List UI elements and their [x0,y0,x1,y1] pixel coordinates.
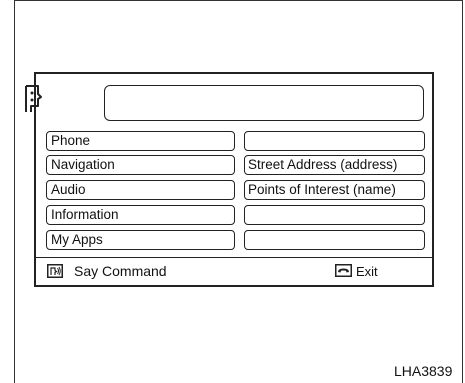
phone-hangup-icon[interactable] [335,264,352,277]
voice-prompt-display [104,85,424,121]
sub-menu-item-empty-2[interactable] [244,205,425,225]
footer-divider [34,257,434,258]
voice-command-icon [47,264,63,278]
menu-item-my-apps[interactable]: My Apps [46,230,235,250]
menu-item-audio[interactable]: Audio [46,180,235,200]
menu-item-information[interactable]: Information [46,205,235,225]
sub-menu-item-empty-1[interactable] [244,131,425,151]
say-command-label: Say Command [74,263,167,279]
menu-item-phone[interactable]: Phone [46,131,235,151]
exit-label[interactable]: Exit [356,263,378,280]
figure-code: LHA3839 [394,363,453,379]
sub-menu-item-points-of-interest[interactable]: Points of Interest (name) [244,180,425,200]
voice-recognition-face-icon [25,85,42,112]
sub-menu-item-street-address[interactable]: Street Address (address) [244,155,425,175]
menu-item-navigation[interactable]: Navigation [46,155,235,175]
sub-menu-item-empty-3[interactable] [244,230,425,250]
